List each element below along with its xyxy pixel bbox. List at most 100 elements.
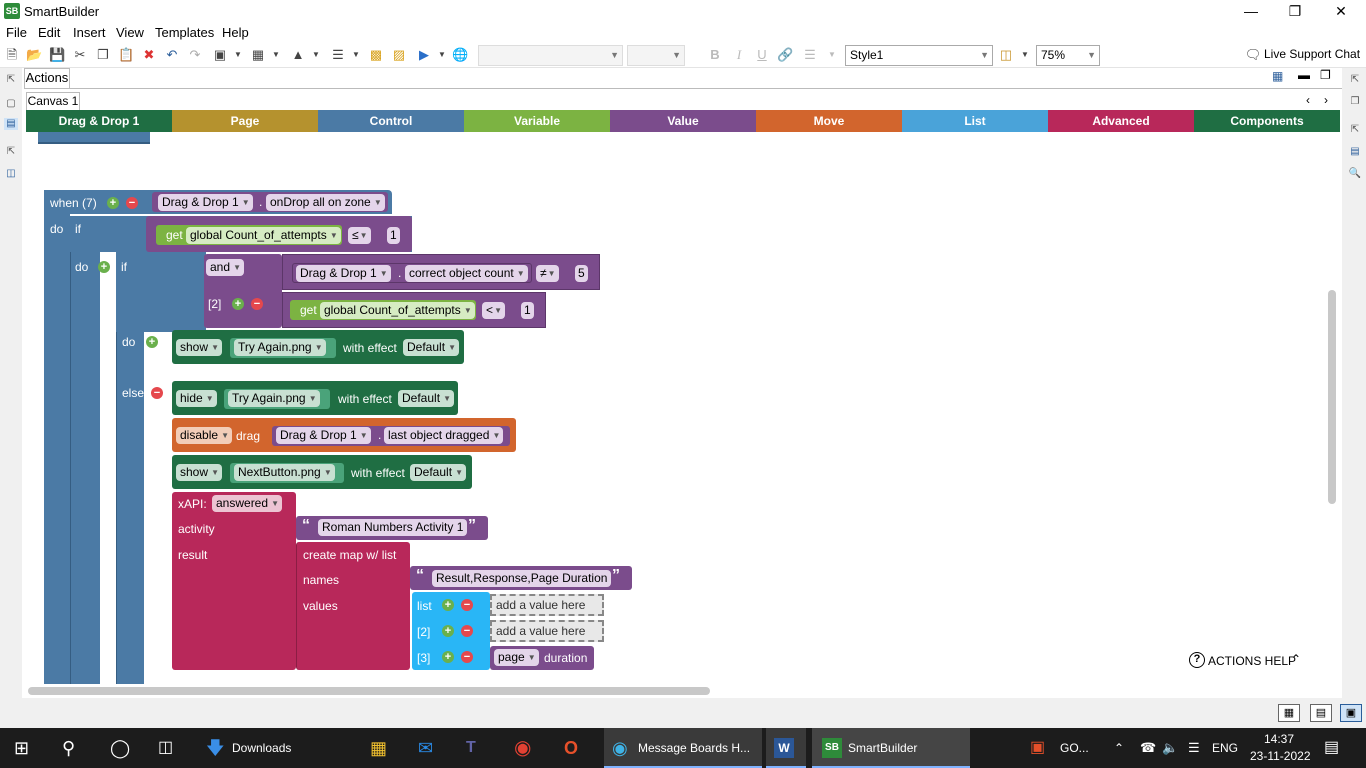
image-dropdown[interactable]: NextButton.png ▼ — [234, 464, 335, 481]
close-button[interactable]: ✕ — [1318, 0, 1364, 22]
send-back-icon[interactable]: ▨ — [391, 47, 407, 63]
category-variable[interactable]: Variable — [464, 110, 610, 132]
chevron-down-icon[interactable]: ▼ — [824, 47, 840, 63]
link-icon[interactable]: 🔗 — [777, 47, 793, 63]
redo-icon[interactable]: ↷ — [187, 47, 203, 63]
chevron-down-icon[interactable]: ▼ — [308, 47, 324, 63]
actions-tab[interactable]: Actions — [24, 68, 70, 88]
open-folder-icon[interactable]: 📂 — [26, 47, 42, 63]
add-circle-icon[interactable]: + — [442, 625, 454, 637]
web-preview-icon[interactable]: 🌐 — [452, 47, 468, 63]
mail-icon[interactable]: ✉ — [418, 728, 433, 768]
wifi-icon[interactable]: ☰ — [1188, 728, 1200, 768]
remove-circle-icon[interactable]: − — [461, 625, 473, 637]
menu-insert[interactable]: Insert — [73, 25, 106, 40]
add-circle-icon[interactable]: + — [232, 298, 244, 310]
layout-view-icon[interactable]: ▦ — [1278, 704, 1300, 722]
menu-templates[interactable]: Templates — [155, 25, 214, 40]
bold-icon[interactable]: B — [707, 47, 723, 63]
panel-restore-icon[interactable]: ❐ — [1320, 68, 1331, 82]
taskbar-word[interactable]: W — [766, 728, 806, 768]
volume-icon[interactable]: 🔈 — [1162, 728, 1178, 768]
delete-icon[interactable]: ✖ — [141, 47, 157, 63]
variable-dropdown[interactable]: global Count_of_attempts ▼ — [320, 302, 475, 319]
variable-dropdown[interactable]: global Count_of_attempts ▼ — [186, 227, 341, 244]
effect-dropdown[interactable]: Default ▼ — [403, 339, 460, 356]
xapi-block[interactable] — [172, 492, 296, 670]
property-dropdown[interactable]: last object dragged ▼ — [384, 427, 504, 444]
chevron-down-icon[interactable]: ▼ — [230, 47, 246, 63]
add-circle-icon[interactable]: + — [107, 197, 119, 209]
chrome-icon[interactable]: ◉ — [514, 728, 531, 768]
italic-icon[interactable]: I — [731, 47, 747, 63]
blocks-workspace[interactable]: when (7) + − Drag & Drop 1 ▼ . onDrop all… — [26, 132, 1340, 684]
property-dropdown[interactable]: correct object count ▼ — [405, 265, 528, 282]
remove-circle-icon[interactable]: − — [126, 197, 138, 209]
taskbar-downloads[interactable]: 🡇 Downloads — [196, 728, 366, 768]
object-dropdown[interactable]: Drag & Drop 1 ▼ — [276, 427, 371, 444]
partial-block[interactable] — [38, 132, 150, 144]
cortana-icon[interactable]: ◯ — [110, 728, 130, 768]
language-indicator[interactable]: ENG — [1212, 728, 1238, 768]
panel-minimize-icon[interactable]: ▬ — [1298, 68, 1310, 82]
chevron-down-icon[interactable]: ▼ — [1017, 47, 1033, 63]
category-advanced[interactable]: Advanced — [1048, 110, 1194, 132]
show-dropdown[interactable]: show ▼ — [176, 464, 223, 481]
format-painter-icon[interactable]: ◫ — [998, 47, 1014, 63]
undo-icon[interactable]: ↶ — [164, 47, 180, 63]
if-block-body[interactable] — [70, 216, 100, 684]
notification-icon[interactable]: ▤ — [1324, 728, 1339, 768]
category-drag-drop-1[interactable]: Drag & Drop 1 — [26, 110, 172, 132]
category-components[interactable]: Components — [1194, 110, 1340, 132]
inner-if-block[interactable] — [116, 252, 206, 332]
number-field[interactable]: 1 — [387, 227, 400, 244]
actions-help-link[interactable]: ACTIONS HELP — [1208, 654, 1296, 668]
remove-circle-icon[interactable]: − — [151, 387, 163, 399]
teams-icon[interactable]: T — [466, 728, 476, 768]
tray-go-label[interactable]: GO... — [1060, 728, 1089, 768]
add-circle-icon[interactable]: + — [442, 651, 454, 663]
chevron-down-icon[interactable]: ▼ — [268, 47, 284, 63]
restore-panel-icon[interactable]: ❐ — [1348, 96, 1362, 108]
taskbar-edge[interactable]: ◉ Message Boards H... — [604, 728, 762, 768]
chevron-up-icon[interactable]: ⌃ — [1114, 728, 1124, 768]
image-dropdown[interactable]: Try Again.png ▼ — [228, 390, 320, 407]
split-view-icon[interactable]: ▤ — [1310, 704, 1332, 722]
show-dropdown[interactable]: show ▼ — [176, 339, 223, 356]
vertical-scrollbar[interactable] — [1328, 290, 1336, 504]
font-size-select[interactable]: ▼ — [627, 45, 685, 66]
number-field[interactable]: 1 — [521, 302, 534, 319]
save-icon[interactable]: 💾 — [49, 47, 65, 63]
library-panel-icon[interactable]: ▤ — [1348, 146, 1362, 158]
menu-help[interactable]: Help — [222, 25, 249, 40]
search-icon[interactable]: ⚲ — [62, 728, 75, 768]
category-page[interactable]: Page — [172, 110, 318, 132]
task-view-icon[interactable]: ◫ — [158, 728, 173, 768]
chat-icon[interactable]: 🗨 — [1243, 47, 1263, 63]
clock-time[interactable]: 14:37 — [1264, 732, 1294, 746]
chevron-left-icon[interactable]: ‹ — [1306, 93, 1310, 107]
windows-start-icon[interactable]: ⊞ — [14, 728, 29, 768]
pages-panel-icon[interactable]: ▢ — [4, 98, 18, 110]
remove-circle-icon[interactable]: − — [461, 599, 473, 611]
category-value[interactable]: Value — [610, 110, 756, 132]
empty-value-slot[interactable]: add a value here — [490, 594, 604, 616]
cut-icon[interactable]: ✂ — [72, 47, 88, 63]
office-icon[interactable]: O — [564, 728, 578, 768]
operator-dropdown[interactable]: ≠ ▼ — [536, 265, 559, 282]
remove-circle-icon[interactable]: − — [251, 298, 263, 310]
actions-view-icon[interactable]: ▣ — [1340, 704, 1362, 722]
and-dropdown[interactable]: and ▼ — [206, 259, 245, 276]
copy-icon[interactable]: ❐ — [95, 47, 111, 63]
operator-dropdown[interactable]: < ▼ — [482, 302, 506, 319]
add-circle-icon[interactable]: + — [442, 599, 454, 611]
names-text-field[interactable]: Result,Response,Page Duration — [432, 570, 612, 587]
add-circle-icon[interactable]: + — [146, 336, 158, 348]
image-dropdown[interactable]: Try Again.png ▼ — [234, 339, 326, 356]
disable-dropdown[interactable]: disable ▼ — [176, 427, 233, 444]
pin-icon[interactable]: ⇱ — [1348, 124, 1362, 136]
align-icon[interactable]: ☰ — [330, 47, 346, 63]
new-file-icon[interactable]: 🗎 — [4, 47, 20, 63]
search-panel-icon[interactable]: 🔍 — [1348, 168, 1362, 180]
zoom-select[interactable]: 75% ▼ — [1036, 45, 1100, 66]
